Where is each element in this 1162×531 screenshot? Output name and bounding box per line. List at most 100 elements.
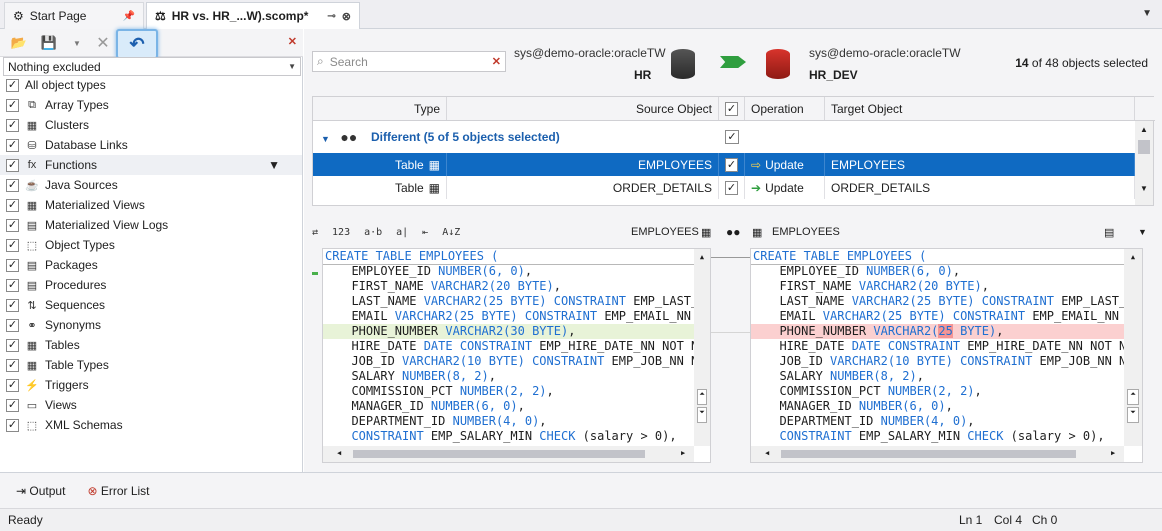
source-ddl-editor[interactable]: CREATE TABLE EMPLOYEES ( EMPLOYEE_ID NUM… [322,248,711,463]
object-type-checkbox[interactable]: ✓ [6,198,19,212]
sync-scroll-icon[interactable]: ⇄ [312,227,318,238]
filter-funnel-icon[interactable]: ▼ [268,158,280,172]
diff-menu-chevron-icon[interactable]: ▼ [1138,227,1147,237]
scroll-up-page-icon[interactable]: ⏶ [1127,389,1139,405]
scroll-thumb[interactable] [353,450,645,458]
object-type-checkbox[interactable]: ✓ [6,98,19,112]
close-tab-icon[interactable]: ⊗ [342,10,351,23]
grid-scrollbar[interactable]: ▲ ▼ [1135,121,1153,205]
undo-button[interactable]: ↶ [116,29,158,59]
scroll-down-icon[interactable]: ▼ [1135,184,1153,193]
select-all-checkbox[interactable]: ✓ [725,101,738,116]
delete-filter-icon[interactable]: ✕ [92,33,114,53]
object-type-checkbox[interactable]: ✓ [6,158,19,172]
save-filter-icon[interactable]: 💾 [38,33,60,53]
object-type-checkbox[interactable]: ✓ [6,378,19,392]
code-line: EMPLOYEE_ID NUMBER(6, 0), [337,264,533,278]
object-type-item[interactable]: ✓ ⚭ Synonyms [0,315,302,335]
col-source-object[interactable]: Source Object [447,97,719,120]
row-checkbox[interactable]: ✓ [725,180,738,195]
col-target-object[interactable]: Target Object [825,97,1135,120]
object-type-item[interactable]: ✓ ⛁ Database Links [0,135,302,155]
horizontal-scrollbar[interactable]: ◀ ▶ [323,446,694,462]
object-type-item[interactable]: ✓ ☕ Java Sources [0,175,302,195]
object-type-item[interactable]: ✓ ⬚ Object Types [0,235,302,255]
col-select-all[interactable]: ✓ [719,97,745,120]
object-type-checkbox[interactable]: ✓ [6,398,19,412]
scroll-down-page-icon[interactable]: ⏷ [1127,407,1139,423]
object-type-checkbox[interactable]: ✓ [6,358,19,372]
sort-icon[interactable]: A↓Z [442,227,460,238]
scroll-up-icon[interactable]: ▲ [1135,125,1153,134]
ignore-whitespace-icon[interactable]: a·b [364,227,382,238]
object-type-item[interactable]: ✓ ▤ Packages [0,255,302,275]
open-filter-icon[interactable]: 📂 [8,33,30,53]
object-type-checkbox[interactable]: ✓ [6,78,19,92]
object-type-checkbox[interactable]: ✓ [6,338,19,352]
horizontal-scrollbar[interactable]: ◀ ▶ [751,446,1124,462]
scroll-down-page-icon[interactable]: ⏷ [697,407,707,423]
ignore-numbers-icon[interactable]: 123 [332,227,350,238]
exclusion-select[interactable]: Nothing excluded ▼ [3,57,301,76]
object-type-checkbox[interactable]: ✓ [6,258,19,272]
object-type-checkbox[interactable]: ✓ [6,238,19,252]
object-type-item[interactable]: ✓ ▦ Table Types [0,355,302,375]
col-operation[interactable]: Operation [745,97,825,120]
collapse-chevron-icon[interactable]: ▼ ●● [313,129,371,145]
object-type-item[interactable]: ✓ ▦ Materialized Views [0,195,302,215]
group-row-different[interactable]: ▼ ●● Different (5 of 5 objects selected)… [313,121,1135,153]
tab-error-list[interactable]: ⊗ Error List [87,484,149,498]
search-box[interactable]: ⌕ Search ✕ [312,51,506,72]
table-row[interactable]: Table ▦ ORDER_DETAILS ✓ ➔ Update ORDER_DET… [313,176,1135,199]
scroll-thumb[interactable] [781,450,1076,458]
col-type[interactable]: Type [313,97,447,120]
object-type-checkbox[interactable]: ✓ [6,278,19,292]
row-checkbox[interactable]: ✓ [725,157,738,172]
search-input[interactable]: Search [330,55,368,69]
object-type-item[interactable]: ✓ fx Functions ▼ [0,155,302,175]
object-type-checkbox[interactable]: ✓ [6,218,19,232]
table-row[interactable]: Table ▦ EMPLOYEES ✓ ⇨ Update EMPLOYEES [313,153,1135,176]
scroll-up-page-icon[interactable]: ⏶ [697,389,707,405]
tab-output[interactable]: ⇥ Output [16,484,65,498]
code-line: DEPARTMENT_ID NUMBER(4, 0), [337,414,547,428]
tab-overflow-chevron-icon[interactable]: ▼ [1142,8,1152,19]
clear-search-icon[interactable]: ✕ [492,55,501,68]
vertical-scrollbar[interactable]: ▲ ⏶ ⏷ [1124,249,1142,446]
tab-label: HR vs. HR_...W).scomp* [171,9,309,23]
object-type-item[interactable]: ✓ ⧉ Array Types [0,95,302,115]
object-type-checkbox[interactable]: ✓ [6,318,19,332]
object-type-item[interactable]: ✓ ⚡ Triggers [0,375,302,395]
object-type-checkbox[interactable]: ✓ [6,138,19,152]
chevron-down-icon: ▼ [288,62,296,71]
tab-schema-compare[interactable]: ⚖ HR vs. HR_...W).scomp* ⊸ ⊗ [146,2,360,29]
object-type-checkbox[interactable]: ✓ [6,418,19,432]
layout-icon[interactable]: ▤ [1104,226,1114,239]
object-type-icon: ▭ [26,399,38,412]
save-dropdown-icon[interactable]: ▼ [66,33,88,53]
object-type-item[interactable]: ✓ All object types [0,75,302,95]
pin-icon[interactable]: 📌 [123,11,135,22]
object-type-item[interactable]: ✓ ▦ Clusters [0,115,302,135]
object-type-item[interactable]: ✓ ⇅ Sequences [0,295,302,315]
pin-icon[interactable]: ⊸ [327,11,335,22]
scroll-thumb[interactable] [1138,140,1150,154]
object-type-checkbox[interactable]: ✓ [6,178,19,192]
vertical-scrollbar[interactable]: ▲ ⏶ ⏷ [694,249,710,446]
object-type-item[interactable]: ✓ ⬚ XML Schemas [0,415,302,435]
close-panel-icon[interactable]: ✕ [288,35,297,48]
object-type-checkbox[interactable]: ✓ [6,298,19,312]
object-type-label: Tables [45,338,80,352]
ignore-indent-icon[interactable]: ⇤ [422,227,428,238]
ignore-case-icon[interactable]: a| [396,227,408,238]
object-type-item[interactable]: ✓ ▦ Tables [0,335,302,355]
target-ddl-editor[interactable]: CREATE TABLE EMPLOYEES ( EMPLOYEE_ID NUM… [750,248,1143,463]
object-type-item[interactable]: ✓ ▭ Views [0,395,302,415]
object-type-item[interactable]: ✓ ▤ Materialized View Logs [0,215,302,235]
object-type-item[interactable]: ✓ ▤ Procedures [0,275,302,295]
object-type-checkbox[interactable]: ✓ [6,118,19,132]
object-type-label: Sequences [45,298,106,312]
group-checkbox[interactable]: ✓ [725,130,739,144]
table-icon: ▦ [701,226,712,239]
tab-start-page[interactable]: ⚙ Start Page 📌 [4,2,144,29]
